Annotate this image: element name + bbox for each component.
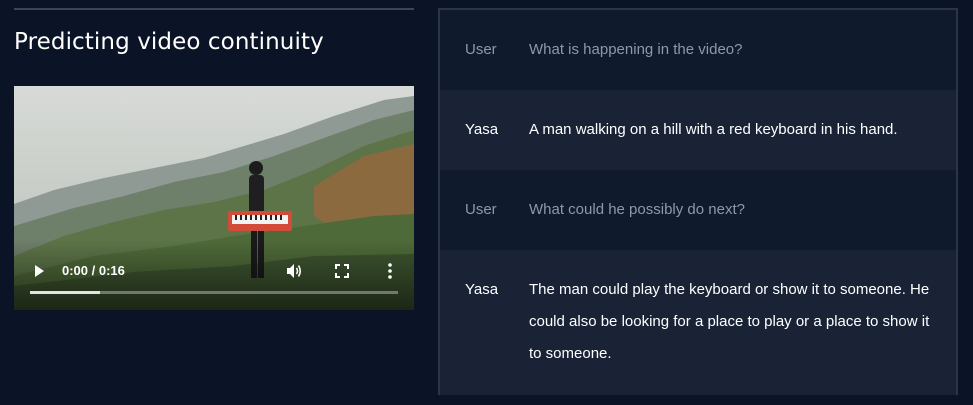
more-vertical-icon[interactable] — [386, 262, 394, 280]
video-progress-bar[interactable] — [30, 291, 398, 294]
video-section: Predicting video continuity 0:00 / 0:16 — [14, 8, 414, 310]
page: Predicting video continuity 0:00 / 0:16 … — [0, 0, 973, 405]
message-text: What is happening in the video? — [529, 41, 743, 58]
message-text: The man could play the keyboard or show … — [529, 281, 930, 362]
video-player[interactable]: 0:00 / 0:16 — [14, 86, 414, 310]
section-title: Predicting video continuity — [14, 29, 324, 55]
video-time: 0:00 / 0:16 — [62, 263, 125, 278]
message-speaker: Yasa — [465, 281, 499, 298]
message-text: What could he possibly do next? — [529, 201, 745, 218]
video-progress-fill — [30, 291, 100, 294]
message-speaker: User — [465, 41, 497, 58]
volume-icon[interactable] — [285, 262, 303, 280]
chat-message: Yasa The man could play the keyboard or … — [440, 250, 956, 395]
fullscreen-icon[interactable] — [334, 263, 350, 279]
message-text: A man walking on a hill with a red keybo… — [529, 121, 898, 138]
message-speaker: User — [465, 201, 497, 218]
chat-message: User What is happening in the video? — [440, 10, 956, 90]
divider — [14, 8, 414, 10]
chat-message: Yasa A man walking on a hill with a red … — [440, 90, 956, 170]
chat-message: User What could he possibly do next? — [440, 170, 956, 250]
chat-panel: User What is happening in the video? Yas… — [438, 8, 958, 395]
play-icon[interactable] — [32, 264, 46, 278]
video-controls: 0:00 / 0:16 — [14, 240, 414, 310]
message-speaker: Yasa — [465, 121, 499, 138]
